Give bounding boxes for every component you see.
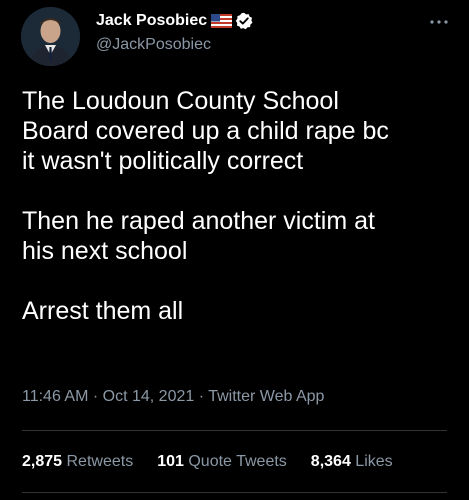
tweet-time[interactable]: 11:46 AM xyxy=(22,388,88,405)
tweet-date[interactable]: Oct 14, 2021 xyxy=(103,388,195,405)
retweets-count: 2,875 xyxy=(22,453,63,470)
tweet-body: The Loudoun County School Board covered … xyxy=(22,86,462,326)
tweet-stats: 2,875 Retweets 101 Quote Tweets 8,364 Li… xyxy=(22,453,393,471)
avatar-image xyxy=(21,7,80,66)
tweet-meta: 11:46 AM · Oct 14, 2021 · Twitter Web Ap… xyxy=(22,388,324,406)
more-horizontal-icon[interactable] xyxy=(428,14,450,24)
author-handle[interactable]: @JackPosobiec xyxy=(96,36,211,54)
retweets-label: Retweets xyxy=(66,453,134,470)
meta-separator: · xyxy=(194,388,209,405)
tweet-paragraph: Arrest them all xyxy=(22,297,184,325)
author-display-name[interactable]: Jack Posobiec xyxy=(96,12,207,30)
likes-label: Likes xyxy=(355,453,393,470)
avatar[interactable] xyxy=(21,7,80,66)
quote-tweets-label: Quote Tweets xyxy=(188,453,287,470)
divider xyxy=(22,430,447,431)
us-flag-icon xyxy=(211,14,233,28)
likes-count: 8,364 xyxy=(310,453,351,470)
likes-stat[interactable]: 8,364 Likes xyxy=(311,453,393,471)
verified-badge-icon xyxy=(235,12,253,30)
tweet-source[interactable]: Twitter Web App xyxy=(208,388,324,405)
author-name-row: Jack Posobiec xyxy=(96,10,253,32)
divider xyxy=(22,492,447,493)
quote-tweets-stat[interactable]: 101 Quote Tweets xyxy=(157,453,287,471)
meta-separator: · xyxy=(88,388,103,405)
quote-tweets-count: 101 xyxy=(157,453,184,470)
tweet-card: Jack Posobiec @JackPosobiec The Loudoun … xyxy=(0,0,469,500)
retweets-stat[interactable]: 2,875 Retweets xyxy=(22,453,133,471)
tweet-paragraph: Then he raped another victim at his next… xyxy=(22,207,375,265)
tweet-paragraph: The Loudoun County School Board covered … xyxy=(22,87,389,175)
